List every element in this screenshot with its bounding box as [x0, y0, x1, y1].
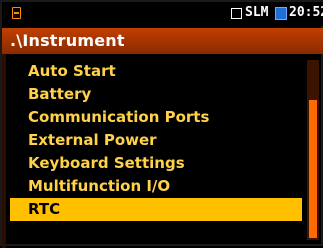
status-bar: SLM 20:52 [2, 2, 323, 26]
scroll-thumb[interactable] [309, 100, 317, 238]
menu-item-multifunction-io[interactable]: Multifunction I/O [10, 175, 302, 198]
menu-item-external-power[interactable]: External Power [10, 129, 302, 152]
left-border [2, 54, 6, 248]
memory-card-icon [12, 7, 21, 19]
device-screen: SLM 20:52 .\Instrument Auto Start Batter… [0, 0, 323, 248]
instrument-menu: Auto Start Battery Communication Ports E… [10, 60, 302, 221]
square-icon [231, 8, 242, 19]
battery-icon [275, 7, 287, 20]
mode-label: SLM [245, 5, 269, 20]
menu-item-battery[interactable]: Battery [10, 83, 302, 106]
clock-time: 20:52 [289, 5, 323, 20]
menu-item-rtc[interactable]: RTC [10, 198, 302, 221]
scrollbar[interactable] [307, 60, 319, 240]
menu-item-keyboard-settings[interactable]: Keyboard Settings [10, 152, 302, 175]
page-title: .\Instrument [2, 28, 323, 54]
menu-item-auto-start[interactable]: Auto Start [10, 60, 302, 83]
menu-item-communication-ports[interactable]: Communication Ports [10, 106, 302, 129]
